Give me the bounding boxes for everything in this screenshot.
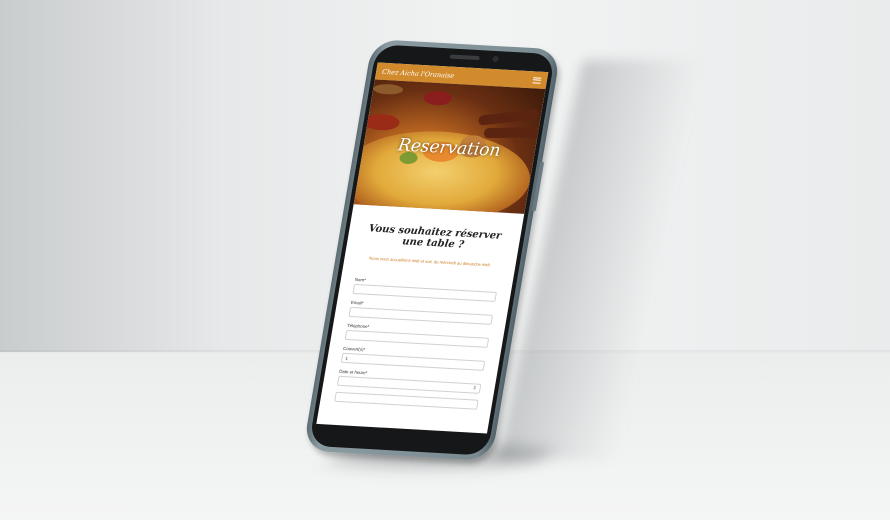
spice-bowl-image	[362, 113, 401, 132]
opening-hours-note: Nous vous accueillons midi et soir, du m…	[368, 255, 492, 268]
site-logo[interactable]: Chez Aicha l'Oranaise	[382, 67, 455, 79]
phone-speaker	[449, 54, 480, 61]
form-field-name: Nom*	[352, 277, 498, 303]
camera-icon	[491, 55, 499, 63]
sausage-image	[483, 127, 545, 139]
spice-bowl-image	[422, 90, 453, 106]
sausage-image	[478, 108, 539, 126]
hamburger-icon[interactable]	[532, 76, 542, 84]
form-field-covers: Couvert(s)* 1	[340, 346, 487, 372]
reservation-section: Vous souhaitez réserver une table ? Nous…	[317, 204, 524, 427]
stepper-arrows-icon[interactable]: ⇕	[472, 386, 477, 392]
hero-banner: Reservation	[353, 79, 546, 214]
form-field-email: Email*	[348, 300, 494, 326]
spice-bowl-image	[372, 83, 404, 96]
form-field-datetime: Date et heure* ⇕	[336, 369, 483, 395]
form-field-extra	[334, 392, 479, 411]
form-field-phone: Téléphone*	[344, 323, 491, 349]
extra-input[interactable]	[334, 392, 479, 411]
reservation-heading: Vous souhaitez réserver une table ?	[367, 223, 503, 251]
